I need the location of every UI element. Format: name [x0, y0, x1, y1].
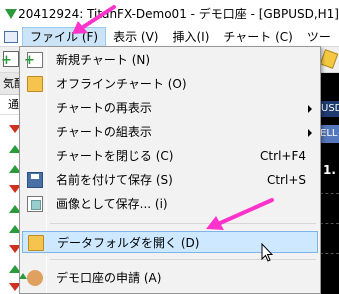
menu-chart[interactable]: チャート (C) — [216, 27, 299, 46]
submenu-arrow-icon — [308, 129, 312, 137]
menu-view[interactable]: 表示 (V) — [106, 27, 165, 46]
price-value: 1. — [323, 163, 336, 177]
menu-item-label: チャートを閉じる (C) — [56, 149, 174, 163]
menu-separator — [50, 223, 316, 224]
folder-icon — [28, 235, 44, 251]
pencil-icon[interactable] — [319, 49, 339, 69]
new-chart-icon — [24, 52, 43, 68]
menu-item-demo-account[interactable]: デモ口座の申請 (A) — [19, 267, 318, 289]
menu-item-chart-set[interactable]: チャートの組表示 — [22, 121, 318, 143]
menu-item-label: 画像として保存... (i) — [56, 197, 168, 211]
window-title: 20412924: TitanFX-Demo01 - デモ口座 - [GBPUS… — [18, 7, 339, 21]
grid-line — [320, 253, 339, 254]
menu-bar: ファイル (F) 表示 (V) 挿入(I) チャート (C) ツー — [0, 27, 339, 47]
menu-insert[interactable]: 挿入(I) — [165, 27, 216, 46]
chart-symbol-label: USD,H — [320, 101, 339, 117]
menu-item-save-as-picture[interactable]: 画像として保存... (i) — [22, 193, 318, 215]
menu-item-label: 新規チャート (N) — [56, 53, 151, 67]
menu-item-shortcut: Ctrl+F4 — [260, 149, 306, 163]
folder-icon — [27, 76, 43, 92]
chart-area[interactable]: USD,H ELL 1. — [320, 73, 339, 294]
menu-item-label: データフォルダを開く (D) — [57, 236, 200, 250]
grid-line — [320, 223, 339, 224]
menu-item-new-chart[interactable]: 新規チャート (N) — [22, 49, 318, 71]
file-menu-dropdown: 新規チャート (N) オフラインチャート (O) チャートの再表示 チャートの組… — [19, 46, 321, 294]
menu-item-open-data-folder[interactable]: データフォルダを開く (D) — [22, 231, 318, 253]
mouse-cursor-icon — [261, 243, 273, 262]
chart-window-icon[interactable] — [0, 27, 22, 46]
image-icon — [27, 196, 43, 212]
menu-item-shortcut: Ctrl+S — [266, 173, 306, 187]
menu-item-label: チャートの再表示 — [56, 101, 152, 115]
menu-tools[interactable]: ツー — [300, 27, 338, 46]
menu-item-offline-chart[interactable]: オフラインチャート (O) — [22, 73, 318, 95]
grid-line — [320, 193, 339, 194]
demo-account-icon — [19, 270, 43, 286]
menu-item-refresh-chart[interactable]: チャートの再表示 — [22, 97, 318, 119]
menu-separator — [50, 259, 316, 260]
menu-item-label: オフラインチャート (O) — [56, 77, 187, 91]
sell-button[interactable]: ELL — [320, 125, 339, 143]
menu-item-close-chart[interactable]: チャートを閉じる (C) Ctrl+F4 — [22, 145, 318, 167]
title-bar: 20412924: TitanFX-Demo01 - デモ口座 - [GBPUS… — [0, 0, 339, 27]
menu-file[interactable]: ファイル (F) — [22, 27, 107, 46]
menu-item-label: チャートの組表示 — [56, 125, 152, 139]
menu-item-save-as[interactable]: 名前を付けて保存 (S) Ctrl+S — [22, 169, 318, 191]
menu-item-label: 名前を付けて保存 (S) — [56, 173, 173, 187]
new-chart-icon[interactable] — [1, 51, 19, 67]
menu-item-label: デモ口座の申請 (A) — [56, 271, 162, 285]
submenu-arrow-icon — [308, 105, 312, 113]
save-icon — [27, 172, 43, 188]
app-logo-icon — [4, 7, 18, 21]
